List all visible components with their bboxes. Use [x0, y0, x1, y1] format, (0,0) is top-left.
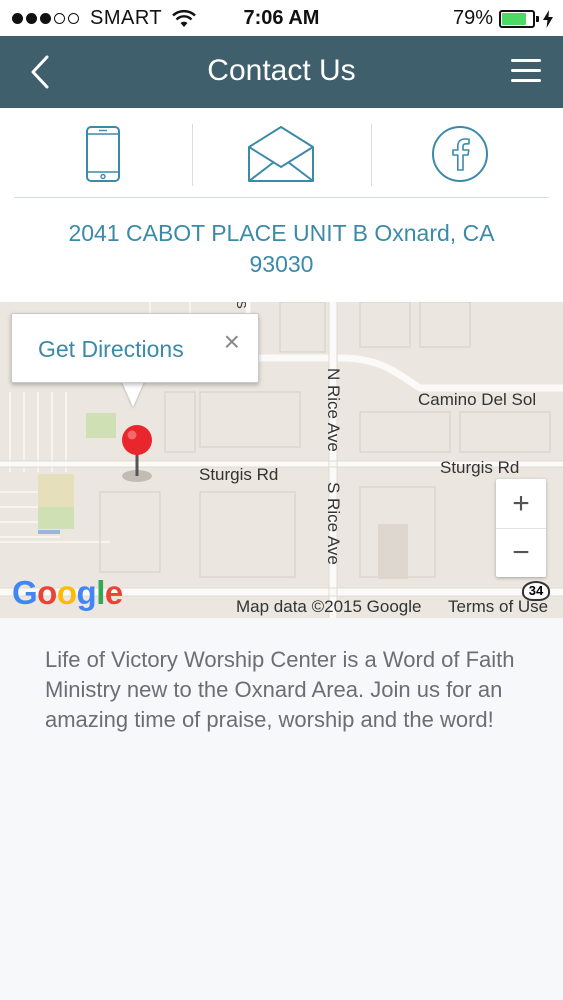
email-icon: [248, 125, 315, 182]
description-text: Life of Victory Worship Center is a Word…: [45, 647, 515, 732]
zoom-in-button[interactable]: +: [496, 479, 546, 528]
map-label-street-edge: S: [234, 302, 249, 309]
status-right: 79%: [453, 7, 553, 30]
get-directions-link[interactable]: Get Directions: [38, 336, 184, 363]
map-label-camino-del-sol: Camino Del Sol: [418, 390, 537, 409]
menu-button[interactable]: [509, 56, 543, 86]
email-button[interactable]: [192, 110, 370, 197]
status-bar: SMART 7:06 AM 79%: [0, 0, 563, 36]
battery-tip: [536, 15, 539, 22]
nav-bar: Contact Us: [0, 36, 563, 109]
battery-fill: [502, 12, 526, 25]
facebook-icon: [431, 125, 488, 182]
contact-actions: [14, 110, 549, 198]
address-text[interactable]: 2041 CABOT PLACE UNIT B Oxnard, CA 93030: [40, 218, 523, 280]
map-attribution: Map data ©2015 Google: [236, 597, 422, 616]
facebook-button[interactable]: [370, 110, 549, 197]
call-button[interactable]: [14, 110, 192, 197]
map-label-sturgis-rd: Sturgis Rd: [199, 465, 279, 484]
zoom-out-button[interactable]: −: [496, 528, 546, 577]
charging-bolt-icon: [543, 9, 553, 28]
hamburger-menu-icon: [511, 59, 541, 82]
page-title: Contact Us: [207, 54, 356, 87]
map-pin-icon[interactable]: [116, 424, 158, 486]
phone-icon: [86, 125, 121, 182]
battery-percent: 79%: [452, 7, 493, 29]
address-section: 2041 CABOT PLACE UNIT B Oxnard, CA 93030: [0, 198, 563, 302]
map-label-n-rice-ave: N Rice Ave: [324, 368, 343, 452]
map-label-sturgis-rd-east: Sturgis Rd: [440, 458, 520, 477]
google-logo: Google: [12, 574, 123, 611]
terms-of-use-link[interactable]: Terms of Use: [448, 597, 548, 617]
info-window: Get Directions ×: [11, 313, 259, 383]
close-icon[interactable]: ×: [224, 328, 240, 356]
map-label-s-rice-ave: S Rice Ave: [324, 482, 343, 565]
zoom-controls: + −: [496, 479, 546, 577]
map-view[interactable]: Camino Del Sol Sturgis Rd Sturgis Rd N R…: [0, 302, 563, 618]
battery-icon: [499, 9, 539, 28]
